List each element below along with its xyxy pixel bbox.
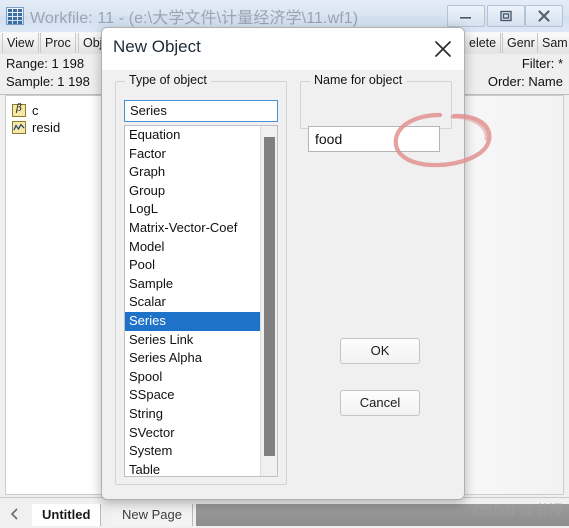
- list-item[interactable]: c: [12, 102, 39, 119]
- type-of-object-label: Type of object: [125, 73, 211, 87]
- list-item-scalar[interactable]: Scalar: [125, 293, 261, 312]
- list-item-graph[interactable]: Graph: [125, 163, 261, 182]
- list-item-series-link[interactable]: Series Link: [125, 331, 261, 350]
- close-icon: [538, 10, 550, 22]
- object-type-options: Equation Factor Graph Group LogL Matrix-…: [125, 126, 261, 476]
- object-type-listbox[interactable]: Equation Factor Graph Group LogL Matrix-…: [124, 125, 278, 477]
- list-item-table[interactable]: Table: [125, 461, 261, 476]
- list-item-svector[interactable]: SVector: [125, 424, 261, 443]
- cancel-button[interactable]: Cancel: [340, 390, 420, 416]
- coefficient-icon: [12, 103, 26, 117]
- menu-item-proc[interactable]: Proc: [40, 33, 76, 53]
- page-tab-untitled[interactable]: Untitled: [32, 504, 102, 526]
- menu-item-delete[interactable]: elete: [464, 33, 502, 53]
- object-type-combo[interactable]: Series: [124, 100, 278, 122]
- dialog-title: New Object: [113, 37, 201, 56]
- eviews-workfile-window: Workfile: 11 - (e:\大学文件\计量经济学\11.wf1) Vi…: [0, 0, 569, 528]
- list-item-string[interactable]: String: [125, 405, 261, 424]
- list-item-group[interactable]: Group: [125, 182, 261, 201]
- object-name-input[interactable]: food: [308, 126, 440, 152]
- list-item-series-alpha[interactable]: Series Alpha: [125, 349, 261, 368]
- close-button[interactable]: [525, 5, 563, 27]
- list-item-model[interactable]: Model: [125, 238, 261, 257]
- list-item-pool[interactable]: Pool: [125, 256, 261, 275]
- object-name: c: [32, 103, 39, 118]
- window-title: Workfile: 11 - (e:\大学文件\计量经济学\11.wf1): [30, 10, 359, 27]
- maximize-icon: [500, 10, 512, 22]
- dialog-close-button[interactable]: [430, 36, 456, 62]
- ok-button[interactable]: OK: [340, 338, 420, 364]
- watermark-text: CSDN @书裸: [473, 502, 563, 518]
- list-item-sspace[interactable]: SSpace: [125, 386, 261, 405]
- type-of-object-group: Type of object Series Equation Factor Gr…: [115, 73, 287, 485]
- list-item-sample[interactable]: Sample: [125, 275, 261, 294]
- maximize-button[interactable]: [487, 5, 525, 27]
- minimize-icon: [460, 17, 471, 19]
- object-name: resid: [32, 120, 61, 135]
- list-item-equation[interactable]: Equation: [125, 126, 261, 145]
- list-item-factor[interactable]: Factor: [125, 145, 261, 164]
- dialog-title-bar: New Object: [102, 28, 464, 70]
- workfile-icon: [6, 7, 24, 25]
- order-label: Order: Name: [487, 74, 563, 89]
- listbox-scrollbar[interactable]: [260, 126, 277, 476]
- menu-item-sample[interactable]: Sam: [537, 33, 569, 53]
- filter-label: Filter: *: [521, 56, 563, 71]
- menu-item-genr[interactable]: Genr: [502, 33, 540, 53]
- menu-item-view[interactable]: View: [2, 33, 39, 53]
- sample-label: Sample: 1 198: [6, 74, 90, 89]
- list-item-spool[interactable]: Spool: [125, 368, 261, 387]
- tab-scroll-left-icon[interactable]: [8, 507, 24, 521]
- list-item-system[interactable]: System: [125, 442, 261, 461]
- series-icon: [12, 121, 26, 134]
- list-item-series[interactable]: Series: [125, 311, 261, 331]
- minimize-button[interactable]: [447, 5, 485, 27]
- close-icon: [435, 41, 451, 57]
- scrollbar-thumb[interactable]: [264, 137, 275, 456]
- name-for-object-label: Name for object: [310, 73, 407, 87]
- new-object-dialog: New Object Type of object Series Equatio…: [101, 27, 492, 500]
- list-item-logl[interactable]: LogL: [125, 200, 261, 219]
- page-tab-new-page[interactable]: New Page: [112, 504, 193, 526]
- name-for-object-group: Name for object: [300, 73, 452, 129]
- range-label: Range: 1 198: [6, 56, 85, 71]
- list-item-matrix-vector-coef[interactable]: Matrix-Vector-Coef: [125, 219, 261, 238]
- list-item[interactable]: resid: [12, 119, 60, 136]
